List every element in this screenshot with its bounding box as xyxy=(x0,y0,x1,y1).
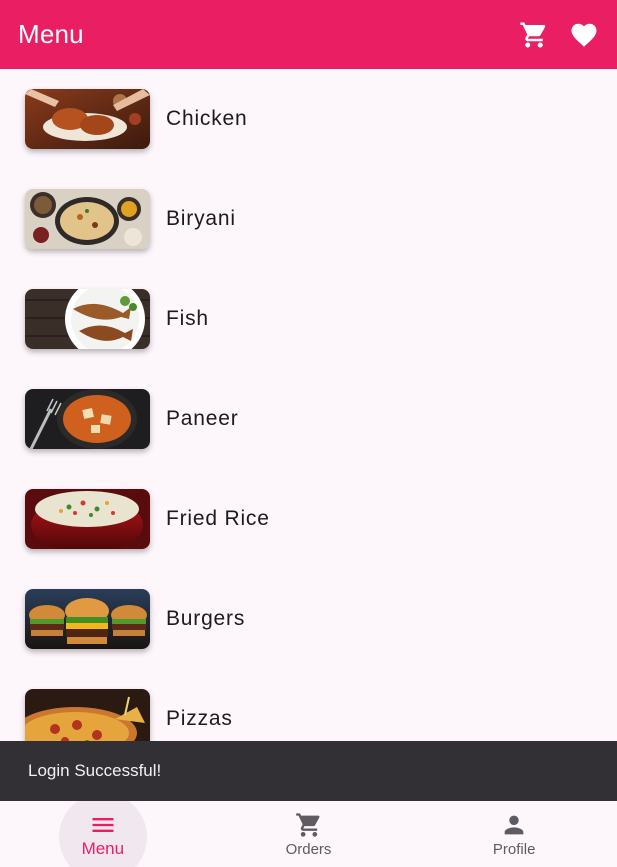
shopping-cart-icon xyxy=(295,813,320,837)
list-item[interactable]: Fish xyxy=(0,269,617,369)
list-item[interactable]: Chicken xyxy=(0,69,617,169)
fried-rice-image xyxy=(25,489,150,549)
nav-item-menu[interactable]: Menu xyxy=(0,801,206,867)
heart-icon xyxy=(571,23,597,47)
list-item-label: Chicken xyxy=(166,107,248,130)
paneer-image xyxy=(25,389,150,449)
nav-item-orders[interactable]: Orders xyxy=(206,801,412,867)
pizzas-image xyxy=(25,689,150,749)
snackbar-message: Login Successful! xyxy=(28,761,162,780)
list-item[interactable]: Paneer xyxy=(0,369,617,469)
nav-item-label: Orders xyxy=(285,841,332,858)
shopping-cart-icon xyxy=(520,22,546,47)
list-item-label: Burgers xyxy=(166,607,246,630)
biryani-image xyxy=(25,189,150,249)
favorites-button[interactable] xyxy=(559,10,609,60)
list-item-label: Biryani xyxy=(166,207,236,230)
list-item-label: Fish xyxy=(166,307,209,330)
menu-icon xyxy=(92,818,114,832)
chicken-image xyxy=(25,89,150,149)
snackbar: Login Successful! xyxy=(0,741,617,801)
bottom-navigation: Menu Orders Profile xyxy=(0,801,617,867)
menu-list: Chicken Biryani Fish Paneer Fried Rice B… xyxy=(0,69,617,800)
list-item[interactable]: Fried Rice xyxy=(0,469,617,569)
list-item-label: Fried Rice xyxy=(166,507,270,530)
nav-item-profile[interactable]: Profile xyxy=(411,801,617,867)
burgers-image xyxy=(25,589,150,649)
nav-item-label: Profile xyxy=(492,841,536,858)
page-title: Menu xyxy=(18,19,84,49)
fish-image xyxy=(25,289,150,349)
nav-item-label: Menu xyxy=(81,839,125,858)
list-item[interactable]: Burgers xyxy=(0,569,617,669)
list-item-label: Pizzas xyxy=(166,707,233,730)
list-item-label: Paneer xyxy=(166,407,239,430)
app-bar: Menu xyxy=(0,0,617,69)
person-icon xyxy=(504,815,524,835)
list-item[interactable]: Biryani xyxy=(0,169,617,269)
cart-button[interactable] xyxy=(509,10,559,60)
